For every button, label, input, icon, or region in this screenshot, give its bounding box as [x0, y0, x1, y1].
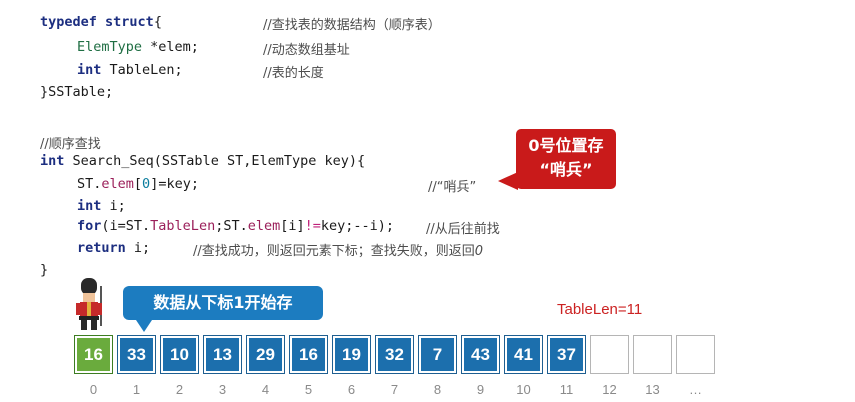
struct-line-2: ElemType *elem; — [77, 39, 199, 55]
sentinel-assign: ST.elem[0]=key; — [77, 176, 199, 192]
struct-line-1: typedef struct{ — [40, 14, 162, 30]
empty-cell — [590, 335, 629, 374]
cell-value: 7 — [432, 344, 443, 364]
assign-lb: [ — [133, 176, 143, 192]
struct-line-1-comment: //查找表的数据结构（顺序表） — [263, 18, 441, 33]
array-cell: 33 — [117, 335, 156, 374]
cell-value: 32 — [385, 344, 404, 364]
array-cell: 16 — [289, 335, 328, 374]
struct-keyword: struct — [105, 14, 154, 30]
cell-value: 41 — [514, 344, 533, 364]
index-label: 0 — [89, 382, 98, 397]
sentinel-callout-line2: “哨兵” — [539, 160, 593, 179]
elem-field: *elem; — [142, 39, 199, 55]
index-label: 10 — [516, 382, 531, 397]
cell-value: 10 — [170, 344, 189, 364]
index-label: 7 — [390, 382, 399, 397]
struct-line-3: int TableLen; — [77, 62, 183, 78]
cell-value: 29 — [256, 344, 275, 364]
array-cell: 43 — [461, 335, 500, 374]
for-keyword: for — [77, 218, 102, 234]
index-label: 1 — [132, 382, 141, 397]
array-cell: 10 — [160, 335, 199, 374]
return-keyword: return — [77, 240, 126, 256]
sentinel-comment: //“哨兵” — [428, 180, 477, 195]
elemtype-type: ElemType — [77, 39, 143, 55]
search-signature: int Search_Seq(SSTable ST,ElemType key){ — [40, 153, 365, 169]
loop-p2: ;ST. — [215, 218, 248, 234]
array-cell: 19 — [332, 335, 371, 374]
table-len-label: TableLen=11 — [557, 301, 643, 318]
for-loop-line: for(i=ST.TableLen;ST.elem[i]!=key;--i); — [77, 218, 394, 234]
struct-line-3-comment: //表的长度 — [263, 66, 324, 81]
int-keyword-2: int — [77, 198, 102, 214]
tablelen-field: TableLen; — [101, 62, 183, 78]
sentinel-callout-pointer — [498, 172, 518, 190]
cell-value: 19 — [342, 344, 361, 364]
index-label: 2 — [175, 382, 184, 397]
sentinel-cell: 16 — [74, 335, 113, 374]
sentinel-callout: 0号位置存 “哨兵” — [516, 129, 616, 189]
return-comment-text: //查找成功，则返回元素下标；查找失败，则返回 — [193, 244, 475, 259]
loop-p4: key;--i); — [320, 218, 395, 234]
search-comment-title: //顺序查找 — [40, 137, 101, 152]
signature-rest: Search_Seq(SSTable ST,ElemType key){ — [64, 153, 366, 169]
return-comment-zero: 0 — [474, 244, 484, 259]
loop-tablelen: TableLen — [150, 218, 216, 234]
index-label: 5 — [304, 382, 313, 397]
loop-comment: //从后往前找 — [426, 222, 500, 237]
index-label: 13 — [645, 382, 660, 397]
int-type: int — [77, 62, 102, 78]
assign-rest: ]=key; — [150, 176, 199, 192]
cell-value: 43 — [471, 344, 490, 364]
struct-line-2-comment: //动态数组基址 — [263, 43, 350, 58]
return-line: return i; — [77, 240, 150, 256]
index-label: 11 — [559, 382, 574, 397]
start-index-callout: 数据从下标1开始存 — [123, 286, 323, 320]
array-cell: 29 — [246, 335, 285, 374]
cell-value: 33 — [127, 344, 146, 364]
index-label: 4 — [261, 382, 270, 397]
loop-p1: (i=ST. — [101, 218, 151, 234]
index-label: 6 — [347, 382, 356, 397]
loop-p3: [i] — [280, 218, 305, 234]
assign-pre: ST. — [77, 176, 102, 192]
cell-value: 16 — [299, 344, 318, 364]
decl-line: int i; — [77, 198, 126, 214]
array-cell: 32 — [375, 335, 414, 374]
return-rest: i; — [125, 240, 151, 256]
index-label: 8 — [433, 382, 442, 397]
cell-value: 37 — [557, 344, 576, 364]
index-label: … — [689, 382, 702, 397]
index-label: 12 — [602, 382, 617, 397]
start-index-callout-pointer — [136, 320, 152, 332]
array-cell: 7 — [418, 335, 457, 374]
struct-open-brace: { — [153, 14, 162, 30]
return-comment: //查找成功，则返回元素下标；查找失败，则返回0 — [193, 240, 483, 259]
index-label: 9 — [476, 382, 485, 397]
assign-zero: 0 — [142, 176, 151, 192]
decl-rest: i; — [101, 198, 126, 214]
index-label: 3 — [218, 382, 227, 397]
array-cell: 37 — [547, 335, 586, 374]
guard-soldier-icon — [76, 278, 102, 330]
array-cell: 13 — [203, 335, 242, 374]
cell-value: 13 — [213, 344, 232, 364]
empty-cell — [633, 335, 672, 374]
loop-elem: elem — [247, 218, 281, 234]
function-close-brace: } — [40, 262, 49, 278]
cell-value: 16 — [84, 344, 103, 364]
typedef-keyword: typedef — [40, 14, 97, 30]
sentinel-callout-line1: 0号位置存 — [528, 136, 604, 155]
loop-neq: != — [304, 218, 321, 234]
struct-line-4: }SSTable; — [40, 84, 114, 100]
int-keyword: int — [40, 153, 65, 169]
empty-cell — [676, 335, 715, 374]
array-cell: 41 — [504, 335, 543, 374]
assign-elem: elem — [101, 176, 134, 192]
